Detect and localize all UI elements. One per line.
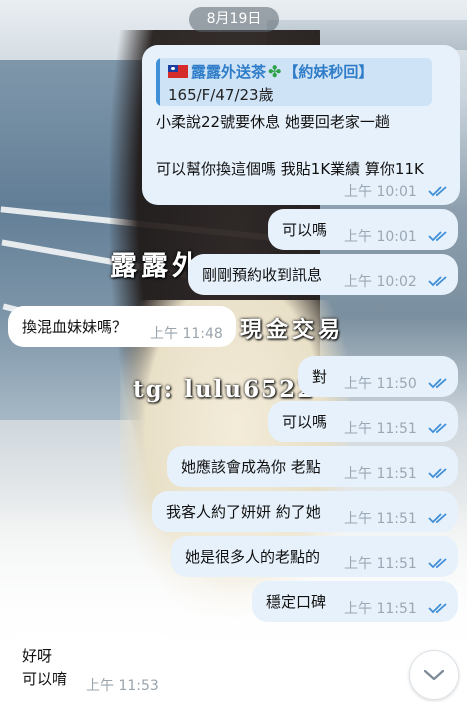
chevron-down-icon: [423, 669, 445, 681]
double-check-icon: [428, 513, 447, 524]
double-check-icon: [428, 603, 447, 614]
taiwan-flag-icon: [168, 65, 188, 78]
watermark-text: tg: lulu6522: [133, 376, 316, 403]
message-time: 上午 10:01: [344, 229, 417, 245]
double-check-icon: [428, 186, 447, 197]
message-time: 上午 11:50: [344, 376, 417, 392]
message-text: 換混血妹妹嗎？: [22, 318, 128, 336]
message-text: 對: [312, 368, 328, 386]
message-bubble[interactable]: 露露外送茶 ✤ 【約妹秒回】 165/F/47/23歲 小柔說22號要休息 她要回老…: [142, 45, 460, 205]
message-text: 穩定口碑: [266, 593, 327, 611]
message-text: 她應該會成為你 老點: [181, 458, 321, 476]
message-bubble[interactable]: 我客人約了妍妍 約了她 上午 11:51: [152, 491, 458, 532]
double-check-icon: [428, 423, 447, 434]
double-check-icon: [428, 276, 447, 287]
message-time: 上午 11:51: [344, 511, 417, 527]
four-leaf-clover-icon: ✤: [268, 62, 282, 81]
message-text: 可以幫你換這個嗎 我貼1K業績 算你11K: [156, 160, 424, 178]
double-check-icon: [428, 558, 447, 569]
message-bubble[interactable]: 穩定口碑 上午 11:51: [252, 581, 458, 622]
watermark-text: 現金交易: [240, 317, 345, 343]
reply-accent-bar: [156, 58, 160, 106]
message-text: 剛剛預約收到訊息: [202, 266, 323, 284]
message-bubble[interactable]: 可以嗎 上午 11:51: [268, 401, 458, 442]
message-text: 可以嗎: [282, 413, 328, 431]
message-bubble[interactable]: 剛剛預約收到訊息 上午 10:02: [188, 254, 458, 295]
message-time: 上午 11:51: [344, 466, 417, 482]
message-bubble[interactable]: 換混血妹妹嗎？ 上午 11:48: [8, 306, 236, 347]
message-text: 小柔說22號要休息 她要回老家一趟: [156, 113, 390, 131]
double-check-icon: [428, 231, 447, 242]
message-text: 可以唷: [22, 670, 68, 688]
reply-title: 露露外送茶 ✤ 【約妹秒回】: [168, 61, 373, 82]
message-bubble[interactable]: 她應該會成為你 老點 上午 11:51: [167, 446, 458, 487]
message-bubble[interactable]: 可以嗎 上午 10:01: [268, 209, 458, 250]
date-separator: 8月19日: [189, 7, 279, 32]
message-bubble[interactable]: 對 上午 11:50: [298, 356, 458, 397]
message-bubble[interactable]: 好呀 可以唷 上午 11:53: [8, 633, 172, 699]
message-time: 上午 11:48: [150, 326, 223, 342]
message-text: 好呀: [22, 647, 53, 665]
message-text: 可以嗎: [282, 221, 328, 239]
message-text: 我客人約了妍妍 約了她: [166, 503, 321, 521]
message-time: 上午 10:01: [344, 184, 417, 200]
message-time: 上午 11:51: [344, 421, 417, 437]
message-time: 上午 11:51: [344, 556, 417, 572]
double-check-icon: [428, 378, 447, 389]
message-time: 上午 10:02: [344, 274, 417, 290]
reply-subtitle: 165/F/47/23歲: [168, 86, 274, 104]
message-text: 她是很多人的老點的: [185, 548, 321, 566]
double-check-icon: [428, 468, 447, 479]
message-bubble[interactable]: 她是很多人的老點的 上午 11:51: [171, 536, 458, 577]
message-time: 上午 11:51: [344, 601, 417, 617]
message-time: 上午 11:53: [86, 678, 159, 694]
reply-preview[interactable]: 露露外送茶 ✤ 【約妹秒回】 165/F/47/23歲: [156, 58, 432, 106]
scroll-to-bottom-button[interactable]: [409, 650, 459, 700]
